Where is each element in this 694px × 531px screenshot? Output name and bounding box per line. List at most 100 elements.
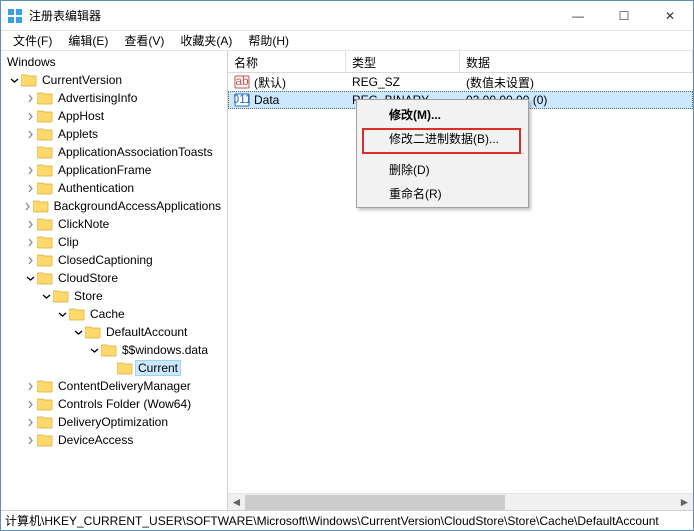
- tree-node[interactable]: ClickNote: [1, 215, 227, 233]
- tree-node-label: Current: [136, 361, 180, 375]
- tree-root-header: Windows: [1, 53, 227, 71]
- menu-help[interactable]: 帮助(H): [240, 30, 297, 51]
- folder-icon: [101, 343, 117, 357]
- window-controls: — ☐ ✕: [555, 1, 693, 30]
- folder-icon: [33, 199, 49, 213]
- ctx-rename[interactable]: 重命名(R): [359, 181, 526, 205]
- tree-node[interactable]: Applets: [1, 125, 227, 143]
- tree-node-label: Controls Folder (Wow64): [56, 397, 193, 411]
- main-area: Windows CurrentVersion AdvertisingInfo App…: [1, 51, 693, 510]
- col-header-data[interactable]: 数据: [460, 51, 693, 72]
- folder-icon: [37, 271, 53, 285]
- chevron-down-icon[interactable]: [71, 325, 85, 339]
- folder-icon: [37, 127, 53, 141]
- ctx-separator: [389, 153, 524, 154]
- chevron-down-icon[interactable]: [55, 307, 69, 321]
- chevron-right-icon[interactable]: [23, 433, 37, 447]
- cell-name: 011Data: [228, 92, 346, 108]
- chevron-right-icon[interactable]: [23, 127, 37, 141]
- tree-node-label: AdvertisingInfo: [56, 91, 139, 105]
- tree-node[interactable]: ApplicationAssociationToasts: [1, 143, 227, 161]
- chevron-right-icon[interactable]: [23, 91, 37, 105]
- chevron-right-icon[interactable]: [23, 397, 37, 411]
- folder-icon: [37, 379, 53, 393]
- folder-icon: [37, 109, 53, 123]
- tree-node[interactable]: Clip: [1, 233, 227, 251]
- tree-node-label: ApplicationFrame: [56, 163, 153, 177]
- scroll-left-icon[interactable]: ◄: [228, 494, 245, 511]
- folder-icon: [37, 235, 53, 249]
- chevron-right-icon[interactable]: [23, 163, 37, 177]
- tree-node-label: $$windows.data: [120, 343, 210, 357]
- tree-node[interactable]: DeliveryOptimization: [1, 413, 227, 431]
- chevron-right-icon[interactable]: [23, 235, 37, 249]
- tree-node[interactable]: Authentication: [1, 179, 227, 197]
- menu-file[interactable]: 文件(F): [5, 30, 60, 51]
- folder-icon: [37, 415, 53, 429]
- tree-node-label: ContentDeliveryManager: [56, 379, 193, 393]
- tree-node-label: Applets: [56, 127, 100, 141]
- tree-node[interactable]: Controls Folder (Wow64): [1, 395, 227, 413]
- cell-type: REG_SZ: [346, 75, 460, 89]
- scroll-right-icon[interactable]: ►: [676, 494, 693, 511]
- chevron-down-icon[interactable]: [7, 73, 21, 87]
- chevron-right-icon[interactable]: [23, 145, 37, 159]
- chevron-right-icon[interactable]: [23, 217, 37, 231]
- tree-node-label: DefaultAccount: [104, 325, 189, 339]
- menu-view[interactable]: 查看(V): [116, 30, 172, 51]
- menu-favorites[interactable]: 收藏夹(A): [172, 30, 240, 51]
- list-row[interactable]: ab(默认)REG_SZ(数值未设置): [228, 73, 693, 91]
- ctx-delete[interactable]: 删除(D): [359, 157, 526, 181]
- titlebar: 注册表编辑器 — ☐ ✕: [1, 1, 693, 31]
- chevron-down-icon[interactable]: [39, 289, 53, 303]
- tree-node[interactable]: DeviceAccess: [1, 431, 227, 449]
- folder-icon: [117, 361, 133, 375]
- chevron-right-icon[interactable]: [23, 379, 37, 393]
- tree-node[interactable]: ApplicationFrame: [1, 161, 227, 179]
- folder-icon: [85, 325, 101, 339]
- chevron-right-icon[interactable]: [23, 199, 33, 213]
- col-header-name[interactable]: 名称: [228, 51, 346, 72]
- tree-node-label: BackgroundAccessApplications: [52, 199, 223, 213]
- binary-value-icon: 011: [234, 92, 250, 108]
- list-rows[interactable]: ab(默认)REG_SZ(数值未设置)011DataREG_BINARY02 0…: [228, 73, 693, 493]
- tree-node[interactable]: CurrentVersion: [1, 71, 227, 89]
- folder-icon: [53, 289, 69, 303]
- chevron-right-icon[interactable]: [103, 361, 117, 375]
- tree-pane[interactable]: Windows CurrentVersion AdvertisingInfo App…: [1, 51, 228, 510]
- close-button[interactable]: ✕: [647, 1, 693, 30]
- minimize-button[interactable]: —: [555, 1, 601, 30]
- chevron-right-icon[interactable]: [23, 253, 37, 267]
- tree-node[interactable]: Current: [1, 359, 227, 377]
- tree-node[interactable]: Cache: [1, 305, 227, 323]
- menu-edit[interactable]: 编辑(E): [60, 30, 116, 51]
- tree-node[interactable]: DefaultAccount: [1, 323, 227, 341]
- col-header-type[interactable]: 类型: [346, 51, 460, 72]
- list-hscrollbar[interactable]: ◄ ►: [228, 493, 693, 510]
- chevron-right-icon[interactable]: [23, 181, 37, 195]
- chevron-down-icon[interactable]: [87, 343, 101, 357]
- tree-node[interactable]: ClosedCaptioning: [1, 251, 227, 269]
- tree-node-label: Cache: [88, 307, 127, 321]
- tree-node[interactable]: Store: [1, 287, 227, 305]
- scroll-thumb[interactable]: [245, 495, 505, 510]
- tree-node[interactable]: BackgroundAccessApplications: [1, 197, 227, 215]
- tree-node-label: ClickNote: [56, 217, 111, 231]
- chevron-right-icon[interactable]: [23, 415, 37, 429]
- maximize-button[interactable]: ☐: [601, 1, 647, 30]
- tree-node[interactable]: AppHost: [1, 107, 227, 125]
- window-title: 注册表编辑器: [29, 7, 555, 24]
- folder-icon: [21, 73, 37, 87]
- tree-node[interactable]: CloudStore: [1, 269, 227, 287]
- folder-icon: [37, 253, 53, 267]
- ctx-modify-binary[interactable]: 修改二进制数据(B)...: [359, 126, 526, 150]
- tree-node[interactable]: AdvertisingInfo: [1, 89, 227, 107]
- chevron-down-icon[interactable]: [23, 271, 37, 285]
- chevron-right-icon[interactable]: [23, 109, 37, 123]
- ctx-modify[interactable]: 修改(M)...: [359, 102, 526, 126]
- menubar: 文件(F) 编辑(E) 查看(V) 收藏夹(A) 帮助(H): [1, 31, 693, 51]
- tree-node-label: DeviceAccess: [56, 433, 135, 447]
- tree-node[interactable]: $$windows.data: [1, 341, 227, 359]
- folder-icon: [69, 307, 85, 321]
- tree-node[interactable]: ContentDeliveryManager: [1, 377, 227, 395]
